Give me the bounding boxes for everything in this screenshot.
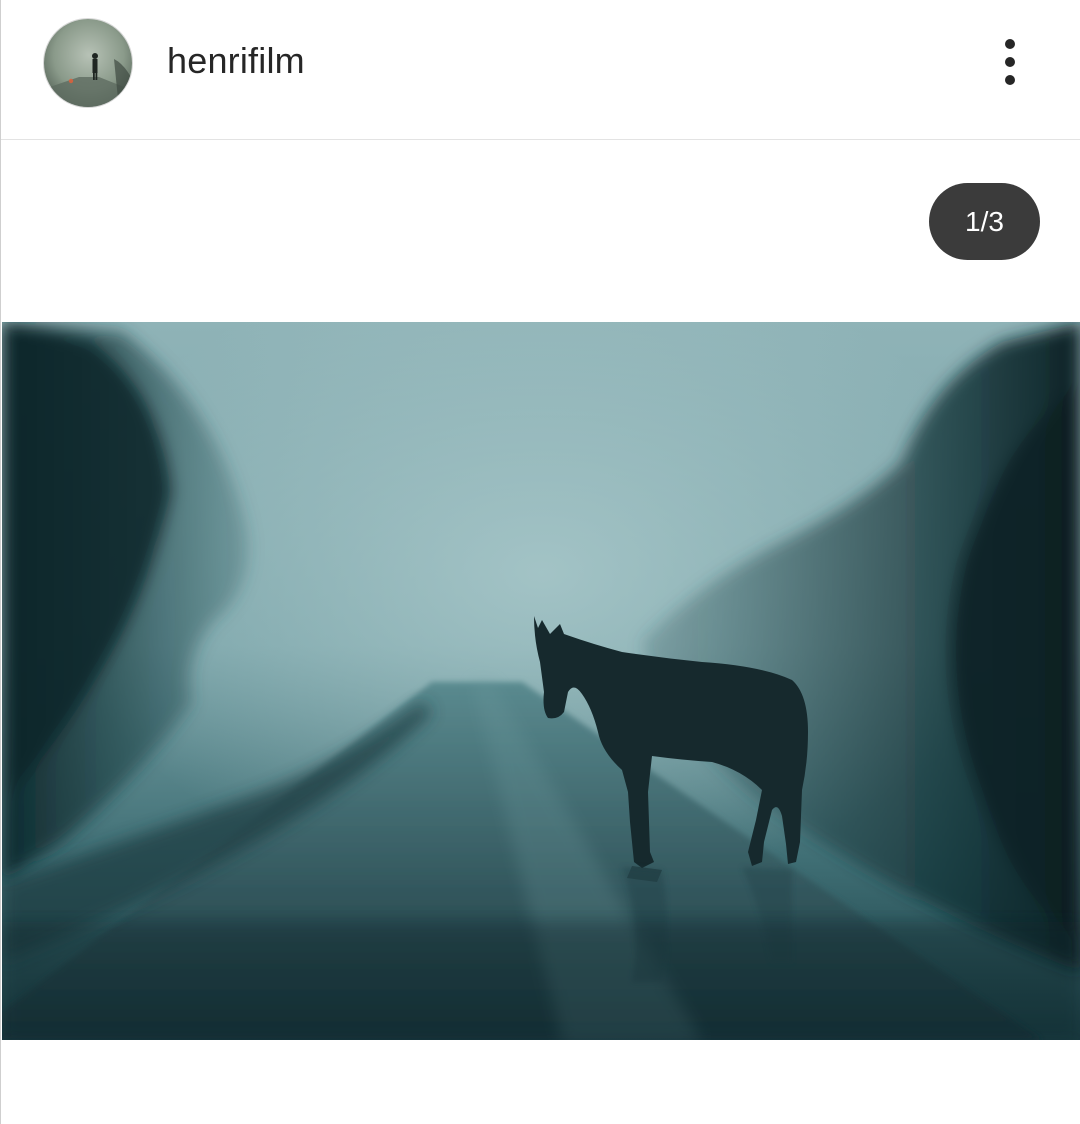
more-vertical-icon	[1005, 39, 1015, 85]
more-options-button[interactable]	[989, 36, 1031, 92]
username-link[interactable]: henrifilm	[167, 40, 305, 82]
avatar-image	[44, 19, 132, 107]
post-header: henrifilm	[1, 0, 1080, 140]
foggy-road-horse-photo	[2, 322, 1080, 1040]
post-screen: henrifilm 1/3	[0, 0, 1080, 1124]
post-photo[interactable]	[2, 322, 1080, 1040]
carousel-counter-badge: 1/3	[929, 183, 1040, 260]
profile-avatar[interactable]	[43, 18, 133, 108]
